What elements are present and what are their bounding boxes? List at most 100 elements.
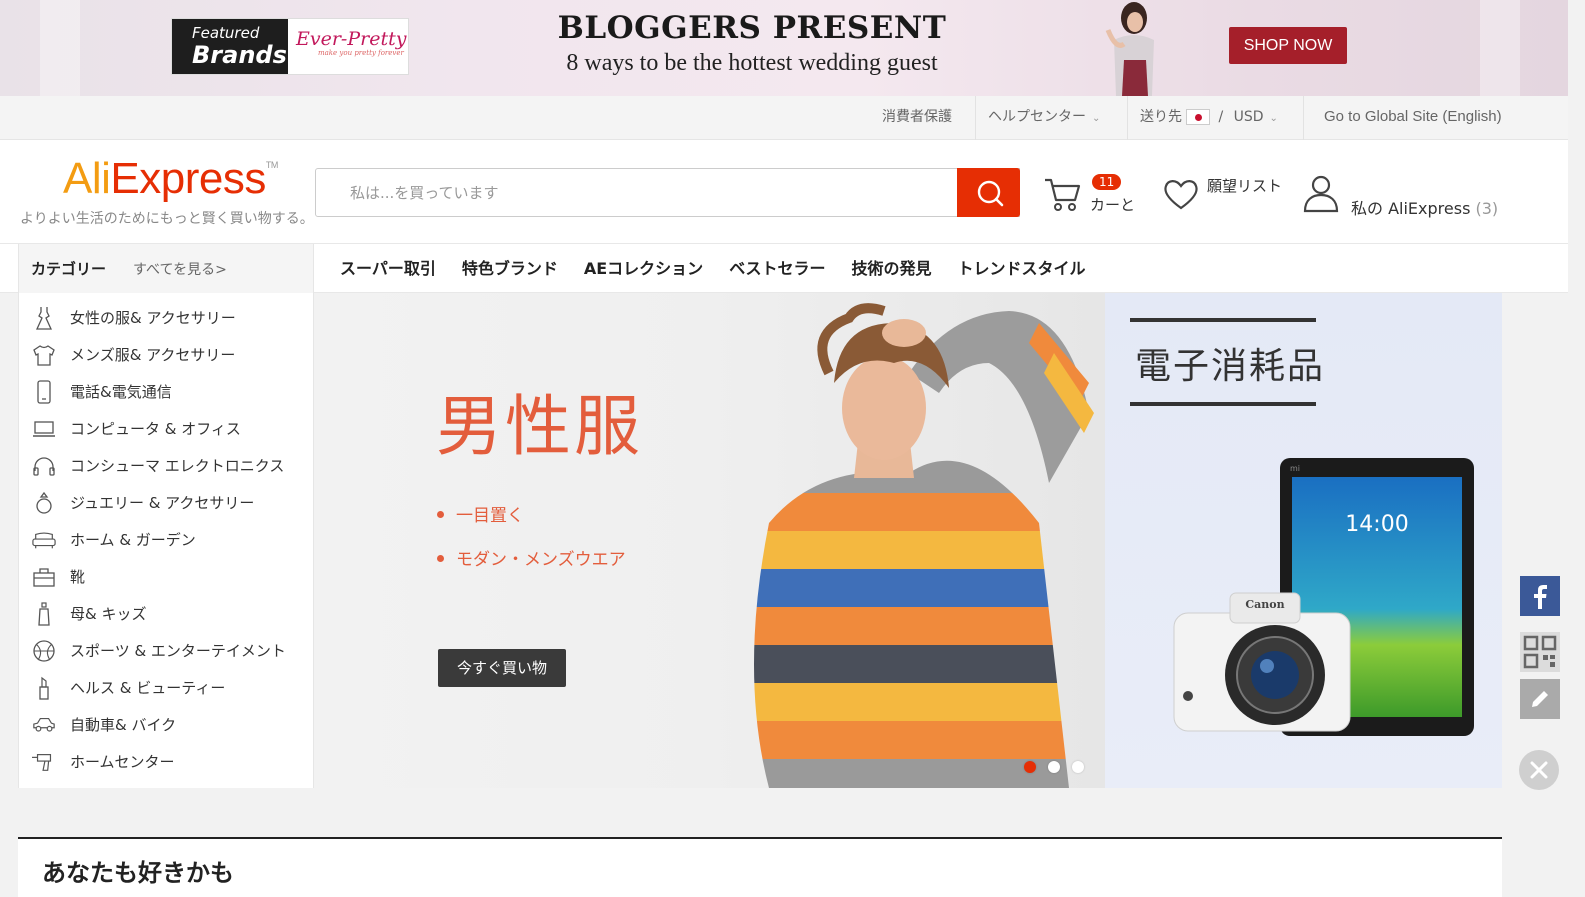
ring-icon xyxy=(32,491,56,515)
account-button[interactable]: 私の AliExpress (3) xyxy=(1301,173,1501,223)
category-item-electronics[interactable]: コンシューマ エレクトロニクス xyxy=(19,447,313,484)
buyer-protection-link[interactable]: 消費者保護 xyxy=(870,96,964,140)
nav-link-ae-collection[interactable]: AEコレクション xyxy=(584,244,703,293)
hero-carousel[interactable]: 男性服 一目置く モダン・メンズウエア 今すぐ買い物 xyxy=(314,293,1105,788)
category-title: カテゴリー xyxy=(31,260,107,278)
category-item-jewelry[interactable]: ジュエリー & アクセサリー xyxy=(19,484,313,521)
nav-link-trend-style[interactable]: トレンドスタイル xyxy=(958,244,1086,293)
bag-icon xyxy=(32,565,56,589)
wishlist-button[interactable]: 願望リスト xyxy=(1162,172,1292,216)
search-input[interactable] xyxy=(316,169,958,216)
buyer-protection-label: 消費者保護 xyxy=(882,109,952,125)
feedback-button[interactable] xyxy=(1520,679,1560,719)
category-label: ヘルス & ビューティー xyxy=(70,679,226,697)
category-label: コンシューマ エレクトロニクス xyxy=(70,457,285,475)
search-icon xyxy=(977,180,1003,206)
drill-icon xyxy=(32,750,56,774)
global-site-link[interactable]: Go to Global Site (English) xyxy=(1312,96,1514,140)
help-center-dropdown[interactable]: ヘルプセンター ⌄ xyxy=(976,96,1112,140)
brand-logo: Ever-Pretty make you pretty forever xyxy=(288,19,408,74)
help-center-label: ヘルプセンター xyxy=(988,109,1086,125)
aliexpress-logo[interactable]: AliExpressTM xyxy=(63,154,278,204)
category-item-women[interactable]: 女性の服& アクセサリー xyxy=(19,299,313,336)
camera-brand: Canon xyxy=(1245,598,1284,611)
ship-separator: / xyxy=(1218,109,1224,125)
ship-to-currency-dropdown[interactable]: 送り先 / USD ⌄ xyxy=(1128,96,1290,140)
facebook-button[interactable] xyxy=(1520,576,1560,616)
qr-code-icon xyxy=(1523,635,1557,669)
category-label: 自動車& バイク xyxy=(70,716,177,734)
electronics-promo[interactable]: 電子消耗品 14:00 mi Canon xyxy=(1105,293,1502,788)
category-item-shoes[interactable]: 靴 xyxy=(19,558,313,595)
sofa-icon xyxy=(32,528,56,552)
shirt-icon xyxy=(32,343,56,367)
shop-now-button[interactable]: SHOP NOW xyxy=(1229,27,1347,64)
tablet-camera-image: 14:00 mi Canon xyxy=(1173,458,1474,736)
utility-bar: 消費者保護 ヘルプセンター ⌄ 送り先 / USD ⌄ Go to Global S… xyxy=(0,96,1568,140)
logo-ali: Ali xyxy=(63,154,111,203)
logo-tm: TM xyxy=(265,160,279,170)
category-item-home-garden[interactable]: ホーム & ガーデン xyxy=(19,521,313,558)
featured-line2: Brands xyxy=(192,41,287,69)
ball-icon xyxy=(32,639,56,663)
top-promo-banner[interactable]: Featured Brands Ever-Pretty make you pre… xyxy=(0,0,1568,96)
pencil-icon xyxy=(1532,691,1548,707)
category-item-men[interactable]: メンズ服& アクセサリー xyxy=(19,336,313,373)
wishlist-label: 願望リスト xyxy=(1207,177,1283,195)
util-divider xyxy=(1303,96,1304,140)
cart-button[interactable]: 11 カーと xyxy=(1042,170,1142,220)
currency-label: USD xyxy=(1233,109,1264,125)
qr-code-button[interactable] xyxy=(1520,632,1560,672)
category-label: ジュエリー & アクセサリー xyxy=(70,494,255,512)
heart-icon xyxy=(1164,180,1198,210)
category-label: スポーツ & エンターテイメント xyxy=(70,642,286,660)
phone-icon xyxy=(32,379,56,404)
close-sidebar-button[interactable] xyxy=(1519,750,1559,790)
category-item-kids[interactable]: 母& キッズ xyxy=(19,595,313,632)
chevron-down-icon: ⌄ xyxy=(1092,113,1101,124)
carousel-dot-1[interactable] xyxy=(1024,761,1036,773)
nav-link-tech-discovery[interactable]: 技術の発見 xyxy=(852,244,932,293)
nav-link-featured-brands[interactable]: 特色ブランド xyxy=(462,244,558,293)
laptop-icon xyxy=(32,417,56,441)
recommendations-section: あなたも好きかも xyxy=(18,837,1502,897)
chevron-down-icon: ⌄ xyxy=(1269,113,1278,124)
category-item-phones[interactable]: 電話&電気通信 xyxy=(19,373,313,410)
category-label: 母& キッズ xyxy=(70,605,147,623)
cart-icon xyxy=(1045,178,1081,211)
nav-link-bestsellers[interactable]: ベストセラー xyxy=(729,244,825,293)
category-item-home-improvement[interactable]: ホームセンター xyxy=(19,743,313,780)
category-item-computers[interactable]: コンピュータ & オフィス xyxy=(19,410,313,447)
brand-tagline: make you pretty forever xyxy=(318,49,404,57)
carousel-dot-3[interactable] xyxy=(1072,761,1084,773)
carousel-dot-2[interactable] xyxy=(1048,761,1060,773)
category-header: カテゴリー すべてを見る> xyxy=(18,244,314,293)
featured-line1: Featured xyxy=(192,24,260,42)
cart-count-badge: 11 xyxy=(1092,174,1122,190)
logo-express: Express xyxy=(110,154,266,203)
search-button[interactable] xyxy=(957,168,1020,217)
see-all-categories-link[interactable]: すべてを見る> xyxy=(133,259,227,279)
recommendations-title: あなたも好きかも xyxy=(42,859,234,887)
bottle-icon xyxy=(32,601,56,626)
banner-subtitle: 8 ways to be the hottest wedding guest xyxy=(566,50,938,76)
category-label: ホームセンター xyxy=(70,753,175,771)
facebook-icon xyxy=(1534,585,1547,609)
shop-now-hero-button[interactable]: 今すぐ買い物 xyxy=(438,649,566,687)
nav-link-super-deals[interactable]: スーパー取引 xyxy=(340,244,436,293)
japan-flag-icon xyxy=(1186,109,1210,125)
dress-icon xyxy=(32,306,56,330)
user-icon xyxy=(1303,175,1339,213)
category-item-health-beauty[interactable]: ヘルス & ビューティー xyxy=(19,669,313,706)
site-header: AliExpressTM よりよい生活のためにもっと賢く買い物する。 11 カー… xyxy=(0,140,1568,244)
category-item-sports[interactable]: スポーツ & エンターテイメント xyxy=(19,632,313,669)
featured-brands-label: Featured Brands xyxy=(172,19,288,74)
lipstick-icon xyxy=(32,676,56,700)
category-label: 靴 xyxy=(70,568,86,586)
hero-model-image xyxy=(754,303,1094,788)
nav-links: スーパー取引 特色ブランド AEコレクション ベストセラー 技術の発見 トレンド… xyxy=(340,244,1112,293)
ship-to-label: 送り先 xyxy=(1140,109,1182,125)
featured-brands-badge[interactable]: Featured Brands Ever-Pretty make you pre… xyxy=(171,18,409,75)
category-item-automobile[interactable]: 自動車& バイク xyxy=(19,706,313,743)
promo-divider-bottom xyxy=(1130,402,1316,406)
